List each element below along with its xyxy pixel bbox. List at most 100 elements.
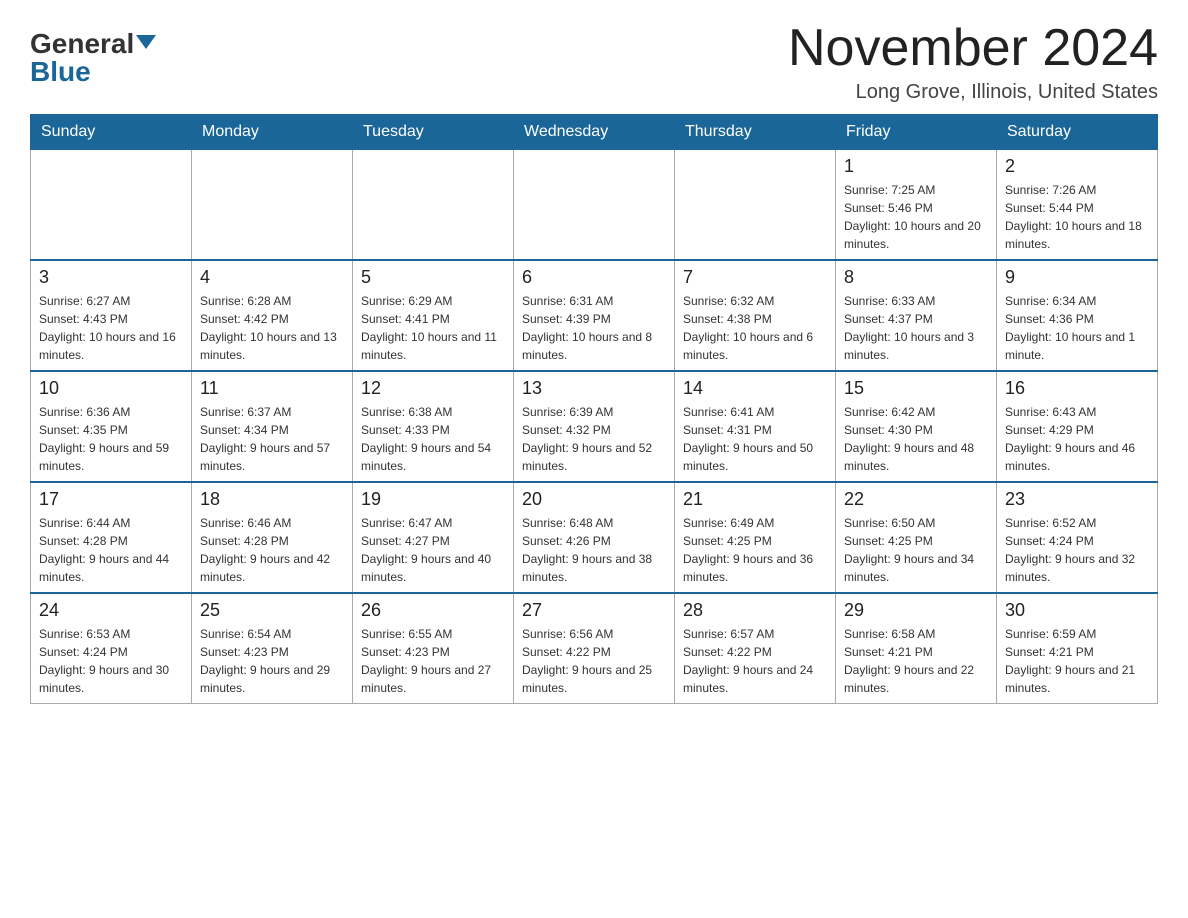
day-info: Sunrise: 6:37 AMSunset: 4:34 PMDaylight:… xyxy=(200,403,344,475)
day-number: 25 xyxy=(200,600,344,621)
day-cell: 3Sunrise: 6:27 AMSunset: 4:43 PMDaylight… xyxy=(31,260,192,371)
day-cell: 29Sunrise: 6:58 AMSunset: 4:21 PMDayligh… xyxy=(836,593,997,704)
day-info: Sunrise: 6:34 AMSunset: 4:36 PMDaylight:… xyxy=(1005,292,1149,364)
day-cell: 9 Sunrise: 6:34 AMSunset: 4:36 PMDaylight… xyxy=(997,260,1158,371)
day-info: Sunrise: 6:53 AMSunset: 4:24 PMDaylight:… xyxy=(39,625,183,697)
day-cell xyxy=(353,150,514,261)
day-number: 27 xyxy=(522,600,666,621)
day-number: 11 xyxy=(200,378,344,399)
day-number: 7 xyxy=(683,267,827,288)
day-info: Sunrise: 6:41 AMSunset: 4:31 PMDaylight:… xyxy=(683,403,827,475)
day-number: 5 xyxy=(361,267,505,288)
day-info: Sunrise: 6:48 AMSunset: 4:26 PMDaylight:… xyxy=(522,514,666,586)
logo-general: General xyxy=(30,30,134,58)
day-info: Sunrise: 6:52 AMSunset: 4:24 PMDaylight:… xyxy=(1005,514,1149,586)
day-cell: 18 Sunrise: 6:46 AMSunset: 4:28 PMDayligh… xyxy=(192,482,353,593)
day-cell: 17Sunrise: 6:44 AMSunset: 4:28 PMDayligh… xyxy=(31,482,192,593)
calendar-table: SundayMondayTuesdayWednesdayThursdayFrid… xyxy=(30,114,1158,704)
day-cell: 7 Sunrise: 6:32 AMSunset: 4:38 PMDaylight… xyxy=(675,260,836,371)
day-info: Sunrise: 6:42 AMSunset: 4:30 PMDaylight:… xyxy=(844,403,988,475)
header-tuesday: Tuesday xyxy=(353,115,514,150)
day-info: Sunrise: 6:31 AMSunset: 4:39 PMDaylight:… xyxy=(522,292,666,364)
day-number: 14 xyxy=(683,378,827,399)
day-number: 16 xyxy=(1005,378,1149,399)
week-row-2: 3Sunrise: 6:27 AMSunset: 4:43 PMDaylight… xyxy=(31,260,1158,371)
header-thursday: Thursday xyxy=(675,115,836,150)
day-cell: 4 Sunrise: 6:28 AMSunset: 4:42 PMDaylight… xyxy=(192,260,353,371)
day-info: Sunrise: 6:46 AMSunset: 4:28 PMDaylight:… xyxy=(200,514,344,586)
header-friday: Friday xyxy=(836,115,997,150)
day-cell: 25Sunrise: 6:54 AMSunset: 4:23 PMDayligh… xyxy=(192,593,353,704)
day-cell: 10 Sunrise: 6:36 AMSunset: 4:35 PMDayligh… xyxy=(31,371,192,482)
day-info: Sunrise: 6:43 AMSunset: 4:29 PMDaylight:… xyxy=(1005,403,1149,475)
day-info: Sunrise: 6:47 AMSunset: 4:27 PMDaylight:… xyxy=(361,514,505,586)
day-cell: 23 Sunrise: 6:52 AMSunset: 4:24 PMDayligh… xyxy=(997,482,1158,593)
day-number: 23 xyxy=(1005,489,1149,510)
logo-arrow-icon xyxy=(136,35,156,49)
page-header: General Blue November 2024 Long Grove, I… xyxy=(30,20,1158,104)
day-info: Sunrise: 7:26 AMSunset: 5:44 PMDaylight:… xyxy=(1005,181,1149,253)
day-cell: 5Sunrise: 6:29 AMSunset: 4:41 PMDaylight… xyxy=(353,260,514,371)
day-cell: 12 Sunrise: 6:38 AMSunset: 4:33 PMDayligh… xyxy=(353,371,514,482)
day-cell: 28 Sunrise: 6:57 AMSunset: 4:22 PMDayligh… xyxy=(675,593,836,704)
logo-blue: Blue xyxy=(30,58,91,86)
day-info: Sunrise: 6:55 AMSunset: 4:23 PMDaylight:… xyxy=(361,625,505,697)
day-cell: 6 Sunrise: 6:31 AMSunset: 4:39 PMDaylight… xyxy=(514,260,675,371)
day-number: 22 xyxy=(844,489,988,510)
day-info: Sunrise: 6:50 AMSunset: 4:25 PMDaylight:… xyxy=(844,514,988,586)
week-row-4: 17Sunrise: 6:44 AMSunset: 4:28 PMDayligh… xyxy=(31,482,1158,593)
logo: General Blue xyxy=(30,30,156,86)
day-cell: 14 Sunrise: 6:41 AMSunset: 4:31 PMDayligh… xyxy=(675,371,836,482)
day-cell: 1Sunrise: 7:25 AMSunset: 5:46 PMDaylight… xyxy=(836,150,997,261)
day-cell: 8 Sunrise: 6:33 AMSunset: 4:37 PMDaylight… xyxy=(836,260,997,371)
day-cell: 21 Sunrise: 6:49 AMSunset: 4:25 PMDayligh… xyxy=(675,482,836,593)
day-info: Sunrise: 6:36 AMSunset: 4:35 PMDaylight:… xyxy=(39,403,183,475)
day-number: 19 xyxy=(361,489,505,510)
day-info: Sunrise: 6:59 AMSunset: 4:21 PMDaylight:… xyxy=(1005,625,1149,697)
day-number: 12 xyxy=(361,378,505,399)
day-info: Sunrise: 6:38 AMSunset: 4:33 PMDaylight:… xyxy=(361,403,505,475)
location-subtitle: Long Grove, Illinois, United States xyxy=(788,81,1158,104)
day-cell: 2 Sunrise: 7:26 AMSunset: 5:44 PMDaylight… xyxy=(997,150,1158,261)
day-info: Sunrise: 6:44 AMSunset: 4:28 PMDaylight:… xyxy=(39,514,183,586)
day-info: Sunrise: 7:25 AMSunset: 5:46 PMDaylight:… xyxy=(844,181,988,253)
day-info: Sunrise: 6:57 AMSunset: 4:22 PMDaylight:… xyxy=(683,625,827,697)
day-number: 9 xyxy=(1005,267,1149,288)
day-number: 13 xyxy=(522,378,666,399)
day-number: 6 xyxy=(522,267,666,288)
week-row-3: 10 Sunrise: 6:36 AMSunset: 4:35 PMDayligh… xyxy=(31,371,1158,482)
week-row-5: 24Sunrise: 6:53 AMSunset: 4:24 PMDayligh… xyxy=(31,593,1158,704)
day-info: Sunrise: 6:58 AMSunset: 4:21 PMDaylight:… xyxy=(844,625,988,697)
header-wednesday: Wednesday xyxy=(514,115,675,150)
day-cell xyxy=(192,150,353,261)
header-row: SundayMondayTuesdayWednesdayThursdayFrid… xyxy=(31,115,1158,150)
day-cell: 30Sunrise: 6:59 AMSunset: 4:21 PMDayligh… xyxy=(997,593,1158,704)
day-cell: 13Sunrise: 6:39 AMSunset: 4:32 PMDayligh… xyxy=(514,371,675,482)
day-info: Sunrise: 6:28 AMSunset: 4:42 PMDaylight:… xyxy=(200,292,344,364)
day-cell: 22 Sunrise: 6:50 AMSunset: 4:25 PMDayligh… xyxy=(836,482,997,593)
day-cell: 26 Sunrise: 6:55 AMSunset: 4:23 PMDayligh… xyxy=(353,593,514,704)
day-number: 28 xyxy=(683,600,827,621)
day-info: Sunrise: 6:33 AMSunset: 4:37 PMDaylight:… xyxy=(844,292,988,364)
header-monday: Monday xyxy=(192,115,353,150)
day-cell: 16 Sunrise: 6:43 AMSunset: 4:29 PMDayligh… xyxy=(997,371,1158,482)
day-cell xyxy=(514,150,675,261)
day-info: Sunrise: 6:56 AMSunset: 4:22 PMDaylight:… xyxy=(522,625,666,697)
day-number: 18 xyxy=(200,489,344,510)
day-number: 2 xyxy=(1005,156,1149,177)
day-number: 4 xyxy=(200,267,344,288)
header-saturday: Saturday xyxy=(997,115,1158,150)
day-info: Sunrise: 6:32 AMSunset: 4:38 PMDaylight:… xyxy=(683,292,827,364)
day-cell: 24Sunrise: 6:53 AMSunset: 4:24 PMDayligh… xyxy=(31,593,192,704)
day-number: 10 xyxy=(39,378,183,399)
day-number: 8 xyxy=(844,267,988,288)
day-number: 26 xyxy=(361,600,505,621)
day-cell: 19 Sunrise: 6:47 AMSunset: 4:27 PMDayligh… xyxy=(353,482,514,593)
day-info: Sunrise: 6:49 AMSunset: 4:25 PMDaylight:… xyxy=(683,514,827,586)
day-number: 21 xyxy=(683,489,827,510)
day-cell: 15Sunrise: 6:42 AMSunset: 4:30 PMDayligh… xyxy=(836,371,997,482)
day-cell: 20Sunrise: 6:48 AMSunset: 4:26 PMDayligh… xyxy=(514,482,675,593)
calendar-title: November 2024 xyxy=(788,20,1158,77)
day-cell xyxy=(675,150,836,261)
week-row-1: 1Sunrise: 7:25 AMSunset: 5:46 PMDaylight… xyxy=(31,150,1158,261)
